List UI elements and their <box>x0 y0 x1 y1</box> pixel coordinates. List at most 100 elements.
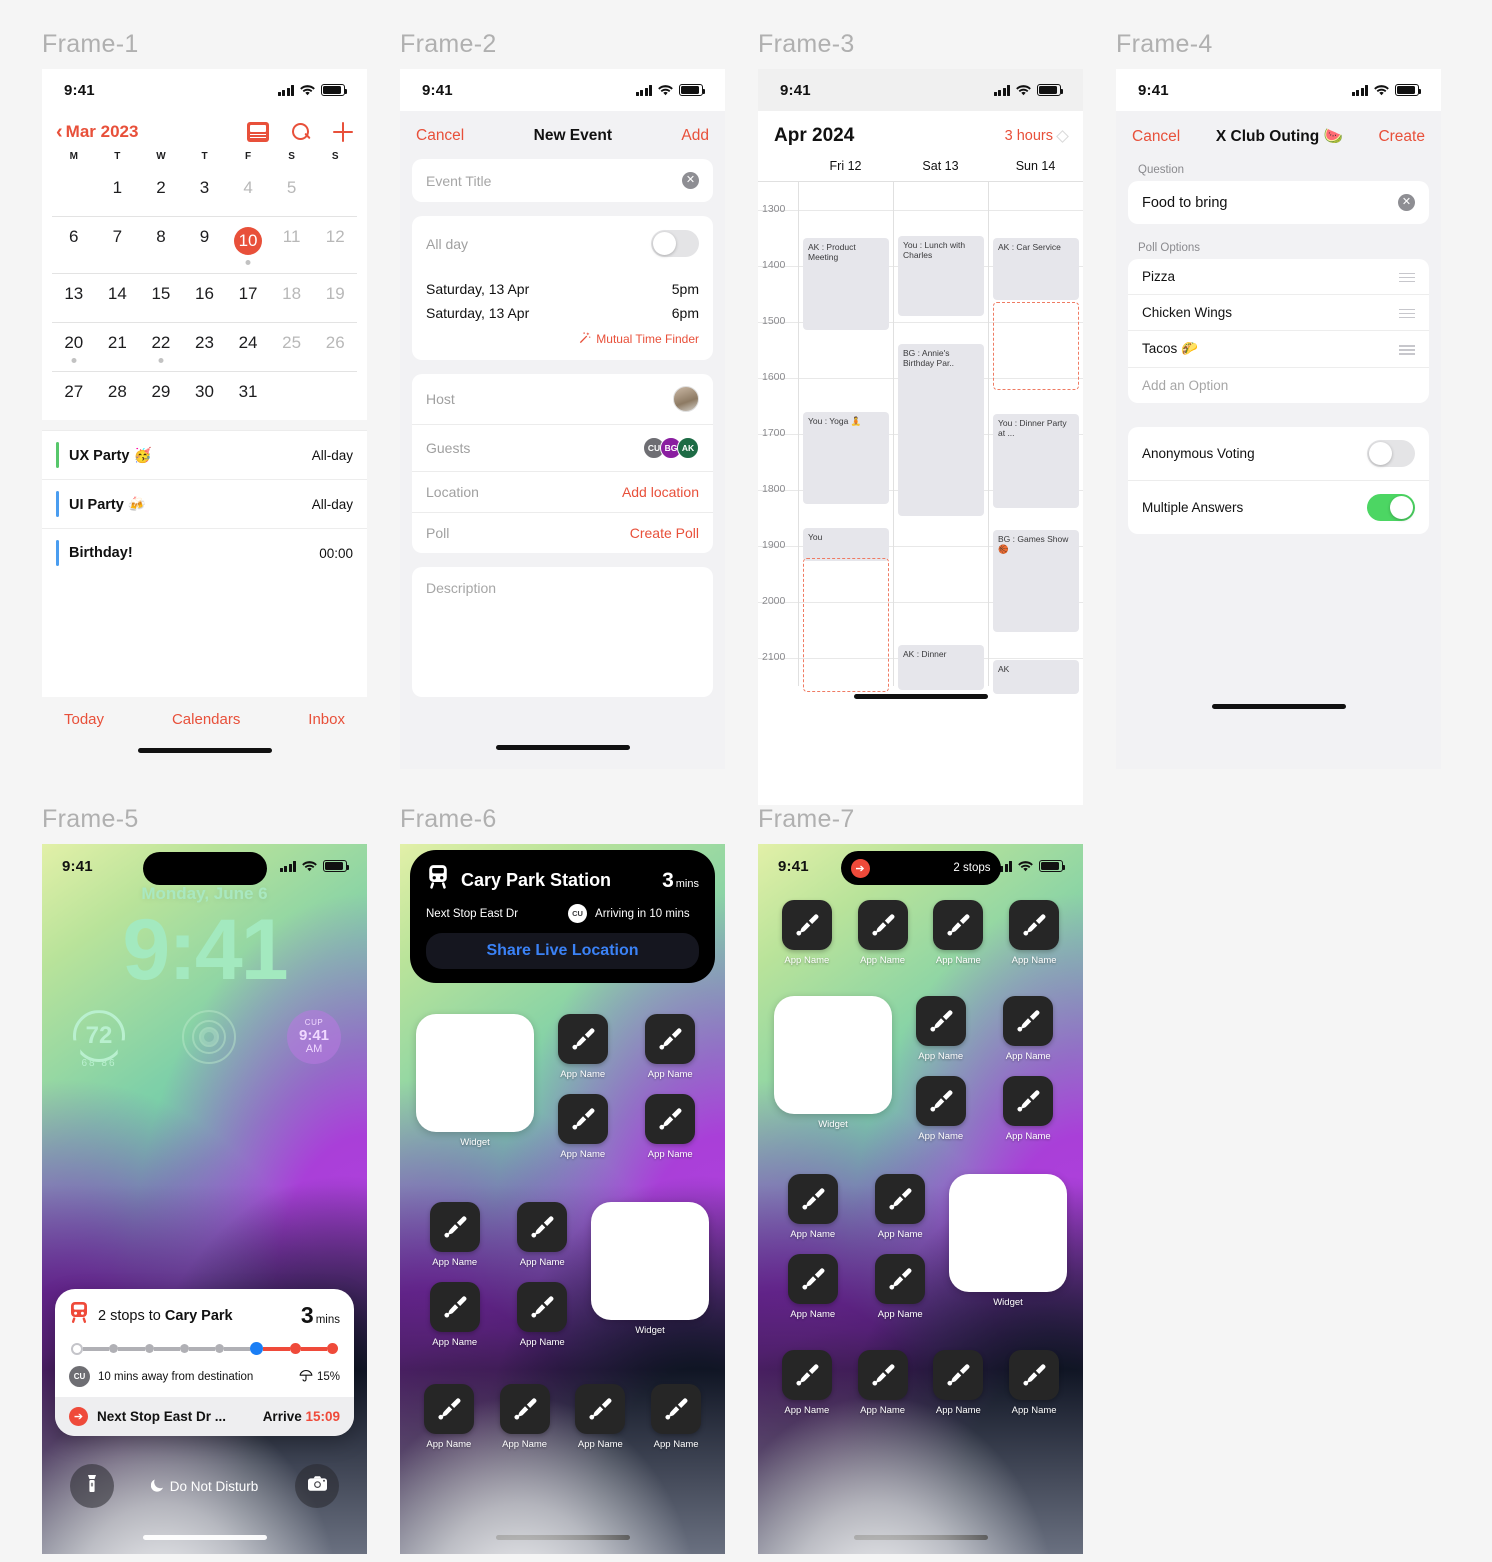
home-indicator[interactable] <box>142 1535 267 1540</box>
calendar-event-block[interactable]: AK <box>993 660 1079 694</box>
anonymous-voting-toggle[interactable] <box>1367 440 1415 467</box>
home-indicator[interactable] <box>1211 704 1346 709</box>
app-icon-item[interactable]: App Name <box>1001 1350 1067 1416</box>
day-column[interactable]: AK : Product Meeting You : Yoga 🧘 You <box>798 182 893 692</box>
live-activity-card[interactable]: 2 stops to Cary Park 3 mins CU 10 mins a… <box>55 1289 354 1436</box>
tab-today[interactable]: Today <box>64 711 104 728</box>
cancel-button[interactable]: Cancel <box>1132 128 1180 146</box>
app-icon-item[interactable]: App Name <box>632 1014 710 1080</box>
calendar-day-cell[interactable]: 10 <box>226 227 270 267</box>
event-title-input[interactable]: Event Title ✕ <box>412 159 713 202</box>
app-icon-item[interactable]: App Name <box>416 1384 482 1450</box>
drag-handle-icon[interactable] <box>1399 344 1415 354</box>
home-indicator[interactable] <box>137 748 272 753</box>
calendar-event-block[interactable]: You : Dinner Party at ... <box>993 414 1079 508</box>
app-icon-item[interactable]: App Name <box>544 1094 622 1160</box>
calendar-day-cell[interactable]: 6 <box>52 227 96 267</box>
calendar-day-cell[interactable]: 30 <box>183 382 227 414</box>
widget[interactable] <box>949 1174 1067 1292</box>
calendar-day-cell[interactable]: 21 <box>96 333 140 365</box>
app-icon-item[interactable]: App Name <box>632 1094 710 1160</box>
proposed-time-slot[interactable] <box>803 558 889 692</box>
calendar-event-block[interactable]: You : Yoga 🧘 <box>803 412 889 504</box>
mutual-time-finder-button[interactable]: Mutual Time Finder <box>412 325 713 360</box>
widget-slot[interactable]: Widget <box>416 1014 534 1148</box>
activity-rings-widget[interactable] <box>181 1010 236 1065</box>
anonymous-voting-row[interactable]: Anonymous Voting <box>1128 427 1429 480</box>
list-item[interactable]: UX Party 🥳 All-day <box>42 431 367 480</box>
widget[interactable] <box>591 1202 709 1320</box>
calendar-day-cell[interactable]: 15 <box>139 284 183 316</box>
clear-icon[interactable]: ✕ <box>682 172 699 189</box>
calendar-day-cell[interactable]: 7 <box>96 227 140 267</box>
app-icon-item[interactable]: App Name <box>862 1254 940 1320</box>
app-icon-item[interactable]: App Name <box>926 1350 992 1416</box>
app-icon-item[interactable]: App Name <box>492 1384 558 1450</box>
widget[interactable] <box>774 996 892 1114</box>
create-poll-button[interactable]: Create Poll <box>630 525 699 541</box>
calendar-day-cell[interactable]: 24 <box>226 333 270 365</box>
create-button[interactable]: Create <box>1378 128 1425 146</box>
calendar-day-cell[interactable]: 28 <box>96 382 140 414</box>
calendar-day-cell[interactable]: 23 <box>183 333 227 365</box>
month-nav-button[interactable]: ‹ Mar 2023 <box>56 122 138 142</box>
calendar-day-cell[interactable]: 2 <box>139 178 183 210</box>
camera-button[interactable] <box>295 1464 339 1508</box>
day-column[interactable]: You : Lunch with Charles BG : Annie's Bir… <box>893 182 988 690</box>
app-icon-item[interactable]: App Name <box>416 1202 494 1268</box>
multiple-answers-row[interactable]: Multiple Answers <box>1128 480 1429 534</box>
widget-slot[interactable]: Widget <box>949 1174 1067 1308</box>
app-icon-item[interactable]: App Name <box>643 1384 709 1450</box>
add-button[interactable]: Add <box>681 127 709 145</box>
calendar-event-block[interactable]: AK : Product Meeting <box>803 238 889 330</box>
tab-calendars[interactable]: Calendars <box>172 711 240 728</box>
list-item[interactable]: Birthday! 00:00 <box>42 529 367 577</box>
weather-widget[interactable]: 72 68 86 <box>68 1010 130 1069</box>
calendar-day-cell[interactable]: 13 <box>52 284 96 316</box>
duration-selector[interactable]: 3 hours <box>1005 128 1069 144</box>
next-stop-bar[interactable]: ➔ Next Stop East Dr ... Arrive 15:09 <box>55 1397 354 1436</box>
day-column[interactable]: AK : Car Service You : Dinner Party at ..… <box>988 182 1083 694</box>
clear-icon[interactable]: ✕ <box>1398 194 1415 211</box>
flashlight-button[interactable] <box>70 1464 114 1508</box>
end-date-row[interactable]: Saturday, 13 Apr 6pm <box>412 301 713 325</box>
tab-inbox[interactable]: Inbox <box>308 711 345 728</box>
widget[interactable] <box>416 1014 534 1132</box>
poll-option-row[interactable]: Chicken Wings <box>1128 294 1429 330</box>
share-live-location-button[interactable]: Share Live Location <box>426 933 699 969</box>
calendar-day-cell[interactable]: 14 <box>96 284 140 316</box>
start-date-row[interactable]: Saturday, 13 Apr 5pm <box>412 271 713 301</box>
host-row[interactable]: Host <box>412 374 713 424</box>
dynamic-island-pill[interactable]: ➔ 2 stops <box>840 851 1001 885</box>
app-icon-item[interactable]: App Name <box>990 996 1068 1062</box>
app-icon-item[interactable]: App Name <box>774 1254 852 1320</box>
app-icon-item[interactable]: App Name <box>850 900 916 966</box>
location-row[interactable]: Location Add location <box>412 471 713 512</box>
calendar-day-cell[interactable]: 18 <box>270 284 314 316</box>
calendar-event-block[interactable]: You <box>803 528 889 561</box>
app-icon-item[interactable]: App Name <box>850 1350 916 1416</box>
list-item[interactable]: UI Party 🍻 All-day <box>42 480 367 529</box>
multiple-answers-toggle[interactable] <box>1367 494 1415 521</box>
description-input[interactable]: Description <box>412 567 713 697</box>
app-icon-item[interactable]: App Name <box>416 1282 494 1348</box>
poll-option-row[interactable]: Tacos 🌮 <box>1128 330 1429 367</box>
list-view-icon[interactable] <box>247 122 269 142</box>
home-indicator[interactable] <box>495 745 630 750</box>
app-icon-item[interactable]: App Name <box>862 1174 940 1240</box>
drag-handle-icon[interactable] <box>1399 272 1415 282</box>
calendar-day-cell[interactable]: 1 <box>96 178 140 210</box>
app-icon-item[interactable]: App Name <box>774 900 840 966</box>
calendar-day-cell[interactable]: 3 <box>183 178 227 210</box>
calendar-day-cell[interactable]: 20 <box>52 333 96 365</box>
calendar-day-cell[interactable]: 29 <box>139 382 183 414</box>
calendar-day-cell[interactable]: 9 <box>183 227 227 267</box>
add-location-button[interactable]: Add location <box>622 484 699 500</box>
app-icon-item[interactable]: App Name <box>902 1076 980 1142</box>
search-icon[interactable] <box>291 122 311 142</box>
world-clock-widget[interactable]: CUP 9:41 AM <box>287 1010 341 1065</box>
calendar-day-cell[interactable]: 4 <box>226 178 270 210</box>
calendar-day-cell[interactable]: 12 <box>313 227 357 267</box>
calendar-day-cell[interactable]: 26 <box>313 333 357 365</box>
poll-row[interactable]: Poll Create Poll <box>412 512 713 553</box>
